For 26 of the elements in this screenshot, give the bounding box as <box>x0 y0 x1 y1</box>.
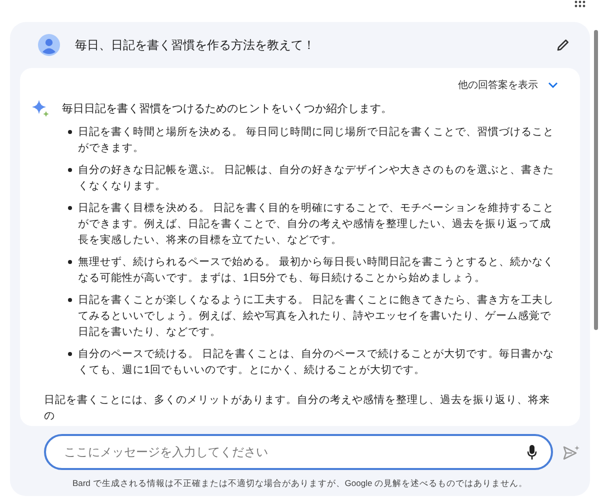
sparkle-icon <box>32 100 50 118</box>
bullet-dot <box>68 260 72 264</box>
microphone-icon[interactable] <box>527 445 537 460</box>
prompt-text: 毎日、日記を書く習慣を作る方法を教えて！ <box>75 36 316 54</box>
show-drafts-button[interactable]: 他の回答案を表示 <box>458 76 558 94</box>
chevron-down-icon <box>548 82 558 88</box>
send-icon[interactable] <box>563 444 580 460</box>
bullet-dot <box>68 298 72 302</box>
scrollbar[interactable] <box>594 30 598 330</box>
apps-grid-icon[interactable] <box>574 0 586 8</box>
tip-text: 自分の好きな日記帳を選ぶ。 日記帳は、自分の好きなデザインや大きさのものを選ぶと、書きたくなくなります。 <box>78 163 555 194</box>
edit-pencil-icon[interactable] <box>556 38 570 52</box>
tip-text: 日記を書くことが楽しくなるように工夫する。 日記を書くことに飽きてきたら、書き方を工夫してみるといいでしょう。例えば、絵や写真を入れたり、詩やエッセイを書いたり、ゲーム感覚で日記を書いたり、などです。 <box>78 293 555 340</box>
tip-text: 自分のペースで続ける。 日記を書くことは、自分のペースで続けることが大切です。毎日書かなくても、週に1回でもいいのです。とにかく、続けることが大切です。 <box>78 347 555 378</box>
message-input[interactable]: ここにメッセージを入力してください <box>44 434 553 470</box>
answer-intro: 毎日日記を書く習慣をつけるためのヒントをいくつか紹介します。 <box>62 102 392 117</box>
bullet-dot <box>68 130 72 134</box>
tip-text: 日記を書く目標を決める。 日記を書く目的を明確にすることで、モチベーションを維持することができます。例えば、日記を書くことで、自分の考えや感情を整理したい、過去を振り返って成長を実感したい、将来の目標を立てたい、などです。 <box>78 201 555 248</box>
tip-text: 日記を書く時間と場所を決める。 毎日同じ時間に同じ場所で日記を書くことで、習慣づけることができます。 <box>78 125 555 156</box>
tip-text: 無理せず、続けられるペースで始める。 最初から毎日長い時間日記を書こうとすると、続かなくなる可能性が高いです。まずは、1日5分でも、毎日続けることから始めましょう。 <box>78 255 555 286</box>
closing-paragraph: 日記を書くことには、多くのメリットがあります。自分の考えや感情を整理し、過去を振り返り、将来の <box>44 393 551 424</box>
user-avatar-icon <box>38 34 60 56</box>
bullet-dot <box>68 168 72 172</box>
bullet-dot <box>68 206 72 210</box>
disclaimer-text: Bard で生成される情報は不正確または不適切な場合がありますが、Google の見解を述べるものではありません。 <box>71 478 529 490</box>
bullet-dot <box>68 352 72 356</box>
